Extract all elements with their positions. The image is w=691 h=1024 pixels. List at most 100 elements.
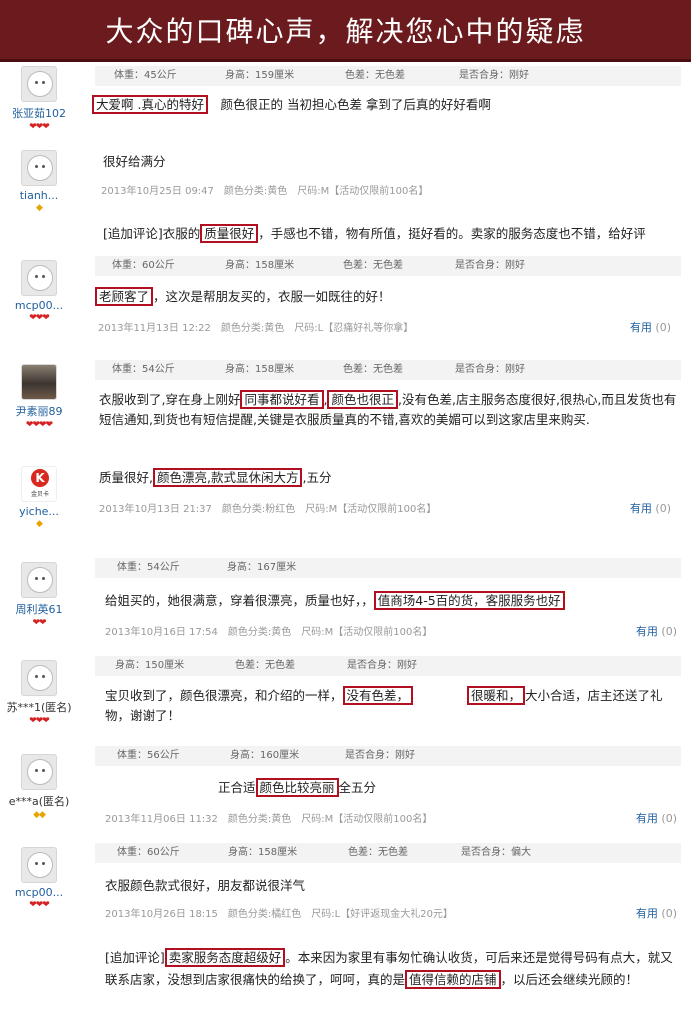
avatar <box>21 260 57 296</box>
useful-button[interactable]: 有用 (0) <box>636 623 677 639</box>
reviewer-name[interactable]: e***a(匿名) <box>0 793 78 809</box>
review-meta: 2013年11月06日 11:32 颜色分类:黄色 尺码:M【活动仅限前100名… <box>105 814 433 825</box>
buyer-attributes: 体重：60公斤 身高：158厘米 色差：无色差 是否合身：偏大 <box>95 843 681 863</box>
reviewer-name[interactable]: 尹素丽89 <box>0 403 78 419</box>
review-text-part: 宝贝收到了，颜色很漂亮，和介绍的一样， <box>105 688 343 703</box>
reviewer: 苏***1(匿名) ❤❤❤ <box>0 660 78 727</box>
review-text-part: ，这次是帮朋友买的，衣服一如既往的好！ <box>153 289 391 304</box>
reviewer: e***a(匿名) ◆◆ <box>0 754 78 821</box>
reviewer-name[interactable]: yiche... <box>0 505 78 518</box>
useful-button[interactable]: 有用 (0) <box>630 319 671 335</box>
reviewer-name[interactable]: 张亚茹102 <box>0 105 78 121</box>
rank-icon: ◆ <box>36 203 43 213</box>
rank-icon: ❤❤❤ <box>29 716 50 726</box>
weight-attr: 体重：45公斤 <box>114 70 177 81</box>
rank-icon: ◆ <box>36 519 43 529</box>
highlight-box: 没有色差， <box>342 686 414 705</box>
review-text-part: 给姐买的，她很满意，穿着很漂亮，质量也好，， <box>105 593 374 608</box>
fit-attr: 是否合身：刚好 <box>455 364 525 375</box>
height-attr: 身高：150厘米 <box>115 660 185 671</box>
page-banner: 大众的口碑心声，解决您心中的疑虑 <box>0 0 691 62</box>
review-text-part: 正合适 <box>218 780 256 795</box>
review-item: mcp00... ❤❤❤ 体重：60公斤 身高：158厘米 色差：无色差 是否合… <box>0 256 691 346</box>
useful-button[interactable]: 有用 (0) <box>636 810 677 826</box>
useful-button[interactable]: 有用 (0) <box>630 500 671 516</box>
highlight-box: 值得信赖的店铺 <box>405 970 501 989</box>
fit-attr: 是否合身：刚好 <box>347 660 417 671</box>
reviewer-name[interactable]: mcp00... <box>0 299 78 312</box>
brand-logo-mark: K <box>31 469 49 487</box>
review-meta: 2013年10月16日 17:54 颜色分类:黄色 尺码:M【活动仅限前100名… <box>105 627 433 638</box>
highlight-box: 颜色漂亮,款式显休闲大方 <box>152 468 303 487</box>
review-item: tianh... ◆ 很好给满分 2013年10月25日 09:47 颜色分类:… <box>0 146 691 250</box>
buyer-attributes: 身高：150厘米 色差：无色差 是否合身：刚好 <box>95 656 681 676</box>
useful-count: (0) <box>655 502 671 515</box>
reviewer: mcp00... ❤❤❤ <box>0 847 78 911</box>
useful-count: (0) <box>655 321 671 334</box>
reviewer-name[interactable]: 苏***1(匿名) <box>0 699 78 715</box>
review-item: 周利英61 ❤❤ 体重：54公斤 身高：167厘米 给姐买的，她很满意，穿着很漂… <box>0 558 691 648</box>
fit-attr: 是否合身：刚好 <box>459 70 529 81</box>
color-diff-attr: 色差：无色差 <box>343 260 403 271</box>
rank-icon: ❤❤❤ <box>29 900 50 910</box>
review-text: 大爱啊 .真心的特好 颜色很正的 当初担心色差 拿到了后真的好好看啊 <box>92 95 677 115</box>
rank-icon: ❤❤❤ <box>29 122 50 132</box>
height-attr: 身高：158厘米 <box>228 847 298 858</box>
review-item: e***a(匿名) ◆◆ 体重：56公斤 身高：160厘米 是否合身：刚好 正合… <box>0 746 691 832</box>
review-text: 宝贝收到了，颜色很漂亮，和介绍的一样， 没有色差， 很暖和， 大小合适，店主还送了礼物… <box>105 686 680 726</box>
highlight-box: 很暖和， <box>467 686 526 705</box>
appended-review: [追加评论] 卖家服务态度超级好 。本来因为家里有事匆忙确认收货，可后来还是觉得号码… <box>105 947 685 991</box>
buyer-attributes: 体重：54公斤 身高：167厘米 <box>95 558 681 578</box>
review-text-part: ,五分 <box>302 470 332 485</box>
highlight-box: 老顾客了 <box>95 287 154 306</box>
buyer-attributes: 体重：60公斤 身高：158厘米 色差：无色差 是否合身：刚好 <box>95 256 681 276</box>
highlight-box: 颜色比较亮丽 <box>255 778 339 797</box>
reviewer-name[interactable]: mcp00... <box>0 886 78 899</box>
brand-logo-text: 金贝卡 <box>30 491 49 498</box>
weight-attr: 体重：56公斤 <box>117 750 180 761</box>
useful-count: (0) <box>661 907 677 920</box>
useful-button[interactable]: 有用 (0) <box>636 905 677 921</box>
avatar <box>21 754 57 790</box>
reviewer-name[interactable]: 周利英61 <box>0 601 78 617</box>
reviewer: 尹素丽89 ❤❤❤❤ <box>0 364 78 431</box>
reviewer: 张亚茹102 ❤❤❤ <box>0 66 78 133</box>
review-text: 衣服收到了,穿在身上刚好 同事都说好看, 颜色也很正 ,没有色差,店主服务态度很好,很… <box>99 390 684 430</box>
review-text-part: 衣服收到了,穿在身上刚好 <box>99 392 241 407</box>
avatar <box>21 66 57 102</box>
review-item: 张亚茹102 ❤❤❤ 体重：45公斤 身高：159厘米 色差：无色差 是否合身：… <box>0 66 691 146</box>
avatar <box>21 660 57 696</box>
rank-icon: ❤❤ <box>32 618 46 628</box>
reviewer: 周利英61 ❤❤ <box>0 562 78 629</box>
rank-icon: ❤❤❤❤ <box>25 420 53 430</box>
banner-title: 大众的口碑心声，解决您心中的疑虑 <box>105 14 586 48</box>
review-text: 正合适 颜色比较亮丽 全五分 <box>218 778 678 798</box>
review-meta: 2013年10月25日 09:47 颜色分类:黄色 尺码:M【活动仅限前100名… <box>101 186 429 197</box>
useful-label: 有用 <box>629 321 652 334</box>
highlight-box: 颜色也很正 <box>327 390 398 409</box>
review-text-part: [追加评论] <box>105 950 165 965</box>
review-text-part: 全五分 <box>338 780 377 795</box>
height-attr: 身高：158厘米 <box>225 260 295 271</box>
review-text: 很好给满分 <box>103 154 166 169</box>
reviewer-name[interactable]: tianh... <box>0 189 78 202</box>
useful-label: 有用 <box>635 625 658 638</box>
buyer-attributes: 体重：54公斤 身高：158厘米 色差：无色差 是否合身：刚好 <box>95 360 681 380</box>
height-attr: 身高：160厘米 <box>230 750 300 761</box>
useful-label: 有用 <box>629 502 652 515</box>
color-diff-attr: 色差：无色差 <box>343 364 403 375</box>
review-item: K 金贝卡 yiche... ◆ 质量很好, 颜色漂亮,款式显休闲大方 ,五分 20… <box>0 462 691 542</box>
review-text-part: ，手感也不错，物有所值，挺好看的。卖家的服务态度也不错，给好评 <box>258 226 646 241</box>
rank-icon: ❤❤❤ <box>29 313 50 323</box>
color-diff-attr: 色差：无色差 <box>235 660 295 671</box>
buyer-attributes: 体重：56公斤 身高：160厘米 是否合身：刚好 <box>95 746 681 766</box>
highlight-box: 质量很好 <box>200 224 259 243</box>
review-text: 衣服颜色款式很好，朋友都说很洋气 <box>105 878 306 893</box>
review-item: 苏***1(匿名) ❤❤❤ 身高：150厘米 色差：无色差 是否合身：刚好 宝贝… <box>0 656 691 740</box>
avatar <box>21 150 57 186</box>
fit-attr: 是否合身：偏大 <box>461 847 531 858</box>
buyer-attributes: 体重：45公斤 身高：159厘米 色差：无色差 是否合身：刚好 <box>95 66 681 86</box>
review-item: mcp00... ❤❤❤ 体重：60公斤 身高：158厘米 色差：无色差 是否合… <box>0 843 691 1023</box>
review-text: 老顾客了 ，这次是帮朋友买的，衣服一如既往的好！ <box>95 287 680 307</box>
review-item: 尹素丽89 ❤❤❤❤ 体重：54公斤 身高：158厘米 色差：无色差 是否合身：… <box>0 360 691 450</box>
